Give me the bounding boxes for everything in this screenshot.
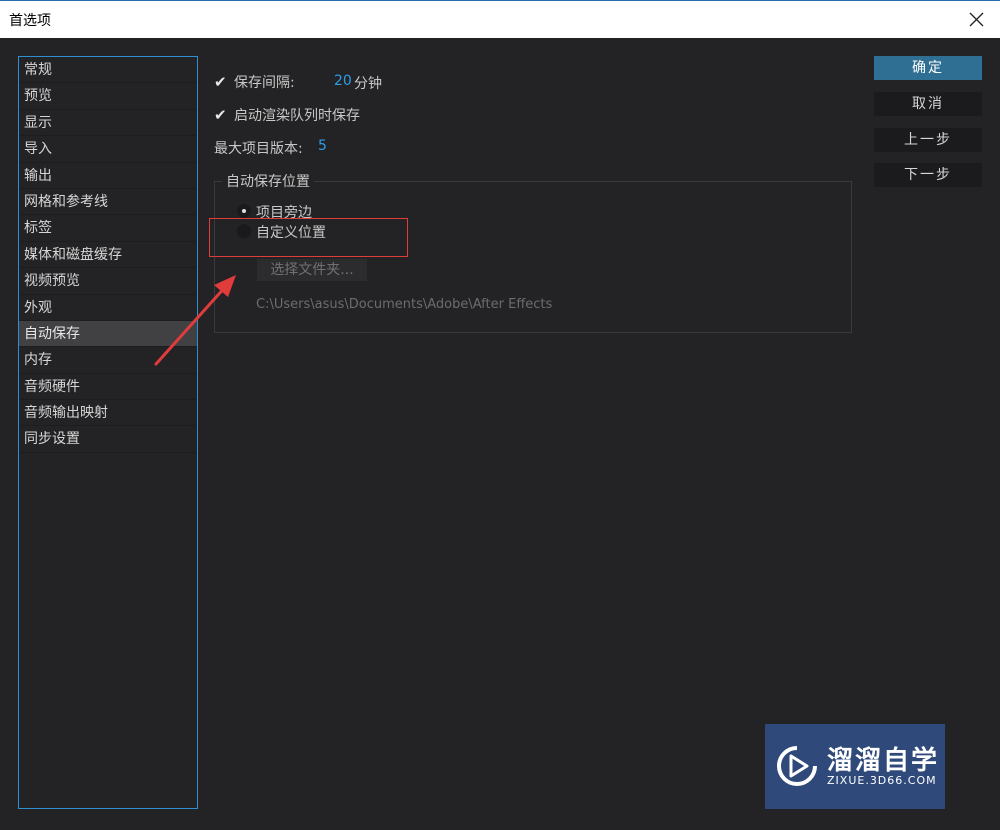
next-button[interactable]: 下一步 bbox=[874, 163, 982, 187]
sidebar-item-sync-settings[interactable]: 同步设置 bbox=[19, 426, 197, 453]
save-on-render-row: ✔ 启动渲染队列时保存 bbox=[214, 105, 360, 125]
window-title: 首选项 bbox=[9, 13, 51, 29]
autosave-location-title: 自动保存位置 bbox=[222, 171, 314, 191]
sidebar-item-import[interactable]: 导入 bbox=[19, 136, 197, 163]
autosave-path: C:\Users\asus\Documents\Adobe\After Effe… bbox=[256, 297, 553, 312]
sidebar-item-memory[interactable]: 内存 bbox=[19, 347, 197, 374]
sidebar-item-grids-guides[interactable]: 网格和参考线 bbox=[19, 189, 197, 216]
max-versions-label: 最大项目版本: bbox=[214, 141, 303, 157]
sidebar-item-display[interactable]: 显示 bbox=[19, 110, 197, 137]
save-interval-checkbox[interactable]: ✔ bbox=[214, 73, 228, 91]
save-on-render-label: 启动渲染队列时保存 bbox=[234, 108, 360, 124]
save-on-render-checkbox[interactable]: ✔ bbox=[214, 106, 228, 124]
close-icon bbox=[969, 12, 983, 26]
radio-next-to-project[interactable] bbox=[237, 204, 251, 218]
annotation-highlight-box bbox=[209, 218, 408, 257]
save-interval-unit: 分钟 bbox=[354, 76, 382, 92]
watermark-name: 溜溜自学 bbox=[827, 746, 940, 776]
sidebar-item-audio-hardware[interactable]: 音频硬件 bbox=[19, 374, 197, 401]
title-bar: 首选项 bbox=[0, 0, 1000, 38]
sidebar-item-media-cache[interactable]: 媒体和磁盘缓存 bbox=[19, 242, 197, 269]
save-interval-row: ✔ 保存间隔: bbox=[214, 72, 295, 92]
save-interval-label: 保存间隔: bbox=[234, 75, 295, 91]
sidebar-item-appearance[interactable]: 外观 bbox=[19, 295, 197, 321]
ok-button[interactable]: 确定 bbox=[874, 56, 982, 80]
sidebar-item-previews[interactable]: 预览 bbox=[19, 83, 197, 110]
sidebar-item-video-preview[interactable]: 视频预览 bbox=[19, 268, 197, 295]
sidebar-item-audio-output-mapping[interactable]: 音频输出映射 bbox=[19, 400, 197, 427]
sidebar-item-general[interactable]: 常规 bbox=[19, 57, 197, 84]
choose-folder-button[interactable]: 选择文件夹... bbox=[257, 259, 367, 281]
max-versions-value[interactable]: 5 bbox=[318, 138, 327, 154]
sidebar-item-labels[interactable]: 标签 bbox=[19, 215, 197, 242]
play-logo-icon bbox=[777, 746, 817, 786]
save-interval-value[interactable]: 20 bbox=[334, 73, 352, 89]
watermark-url: ZIXUE.3D66.COM bbox=[827, 774, 937, 787]
cancel-button[interactable]: 取消 bbox=[874, 92, 982, 116]
sidebar-item-output[interactable]: 输出 bbox=[19, 163, 197, 189]
category-list: 常规 预览 显示 导入 输出 网格和参考线 标签 媒体和磁盘缓存 视频预览 外观… bbox=[18, 56, 198, 809]
sidebar-item-auto-save[interactable]: 自动保存 bbox=[19, 320, 197, 348]
close-button[interactable] bbox=[958, 4, 994, 34]
watermark: 溜溜自学 ZIXUE.3D66.COM bbox=[765, 724, 945, 809]
previous-button[interactable]: 上一步 bbox=[874, 128, 982, 152]
